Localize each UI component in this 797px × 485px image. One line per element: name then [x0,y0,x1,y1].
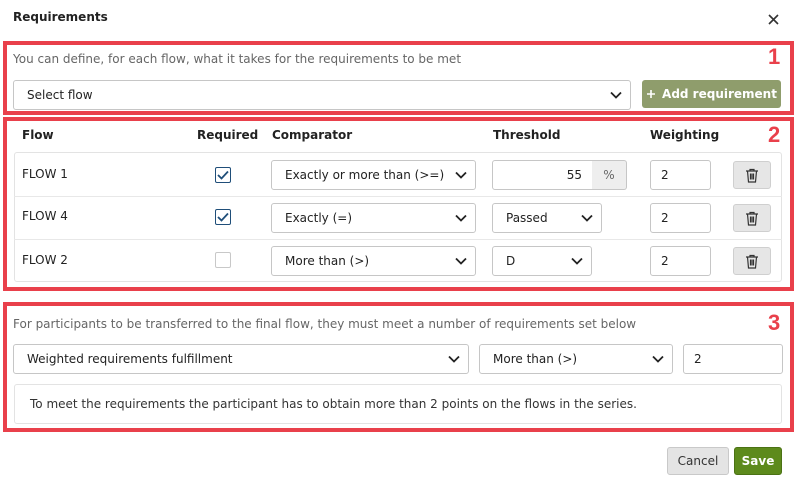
row3-flow-name: FLOW 2 [22,253,68,267]
requirement-mode-value: Weighted requirements fulfillment [27,352,233,366]
row3-comparator-select[interactable]: More than (>) [271,246,476,276]
row1-flow-name: FLOW 1 [22,167,68,181]
row1-comparator-select[interactable]: Exactly or more than (>=) [271,160,476,190]
row3-required-checkbox[interactable] [215,252,231,268]
dialog-title: Requirements [13,10,108,24]
plus-icon [647,90,656,98]
row2-comparator-value: Exactly (=) [285,211,353,225]
row2-delete-button[interactable] [733,204,771,232]
section-number-3: 3 [768,310,781,335]
row1-delete-button[interactable] [733,161,771,189]
close-icon [767,13,779,25]
chevron-down-icon [455,171,467,179]
row3-weighting-input[interactable]: 2 [650,246,711,276]
row2-weighting-input[interactable]: 2 [650,203,711,233]
header-flow: Flow [22,128,54,142]
row3-comparator-value: More than (>) [285,254,370,268]
row1-comparator-value: Exactly or more than (>=) [285,168,445,182]
header-required: Required [197,128,259,142]
row2-required-checkbox[interactable] [215,209,231,225]
header-comparator: Comparator [272,128,353,142]
final-comparator-value: More than (>) [493,352,578,366]
close-button[interactable] [763,9,783,29]
row1-weighting-input[interactable]: 2 [650,160,711,190]
checkmark-icon [217,170,229,180]
final-points-input[interactable]: 2 [683,344,783,374]
row1-required-checkbox[interactable] [215,167,231,183]
trash-icon [746,254,758,269]
dialog-header: Requirements [0,0,797,38]
requirements-info: To meet the requirements the participant… [14,384,782,424]
chevron-down-icon [581,214,593,222]
chevron-down-icon [610,91,622,99]
row3-weighting-value: 2 [661,254,669,268]
row2-comparator-select[interactable]: Exactly (=) [271,203,476,233]
final-points-value: 2 [694,352,702,366]
add-requirement-button[interactable]: Add requirement [642,80,781,108]
checkmark-icon [217,212,229,222]
requirement-mode-select[interactable]: Weighted requirements fulfillment [13,344,469,374]
chevron-down-icon [652,355,664,363]
row2-weighting-value: 2 [661,211,669,225]
row3-threshold-value: D [506,254,516,268]
row2-threshold-value: Passed [506,211,548,225]
flow-select[interactable]: Select flow [13,80,631,110]
save-button[interactable]: Save [734,447,782,475]
row3-delete-button[interactable] [733,247,771,275]
chevron-down-icon [448,355,460,363]
row-divider [14,239,782,240]
row1-threshold-unit: % [592,160,627,190]
add-requirement-label: Add requirement [662,87,777,101]
section1-description: You can define, for each flow, what it t… [13,52,462,66]
section-number-2: 2 [768,122,781,147]
flow-select-value: Select flow [27,88,93,102]
row1-threshold-input[interactable]: 55 [492,160,593,190]
section3-description: For participants to be transferred to th… [13,317,637,331]
chevron-down-icon [571,257,583,265]
row2-flow-name: FLOW 4 [22,209,68,223]
trash-icon [746,168,758,183]
final-comparator-select[interactable]: More than (>) [479,344,673,374]
section-number-1: 1 [768,44,781,69]
requirements-info-text: To meet the requirements the participant… [30,397,637,411]
row2-threshold-select[interactable]: Passed [492,203,602,233]
trash-icon [746,211,758,226]
row3-threshold-select[interactable]: D [492,246,592,276]
cancel-button[interactable]: Cancel [667,447,729,475]
header-weighting: Weighting [650,128,720,142]
row-divider [14,196,782,197]
chevron-down-icon [455,214,467,222]
row1-weighting-value: 2 [661,168,669,182]
chevron-down-icon [455,257,467,265]
row1-threshold-value: 55 [566,168,582,182]
header-threshold: Threshold [493,128,561,142]
